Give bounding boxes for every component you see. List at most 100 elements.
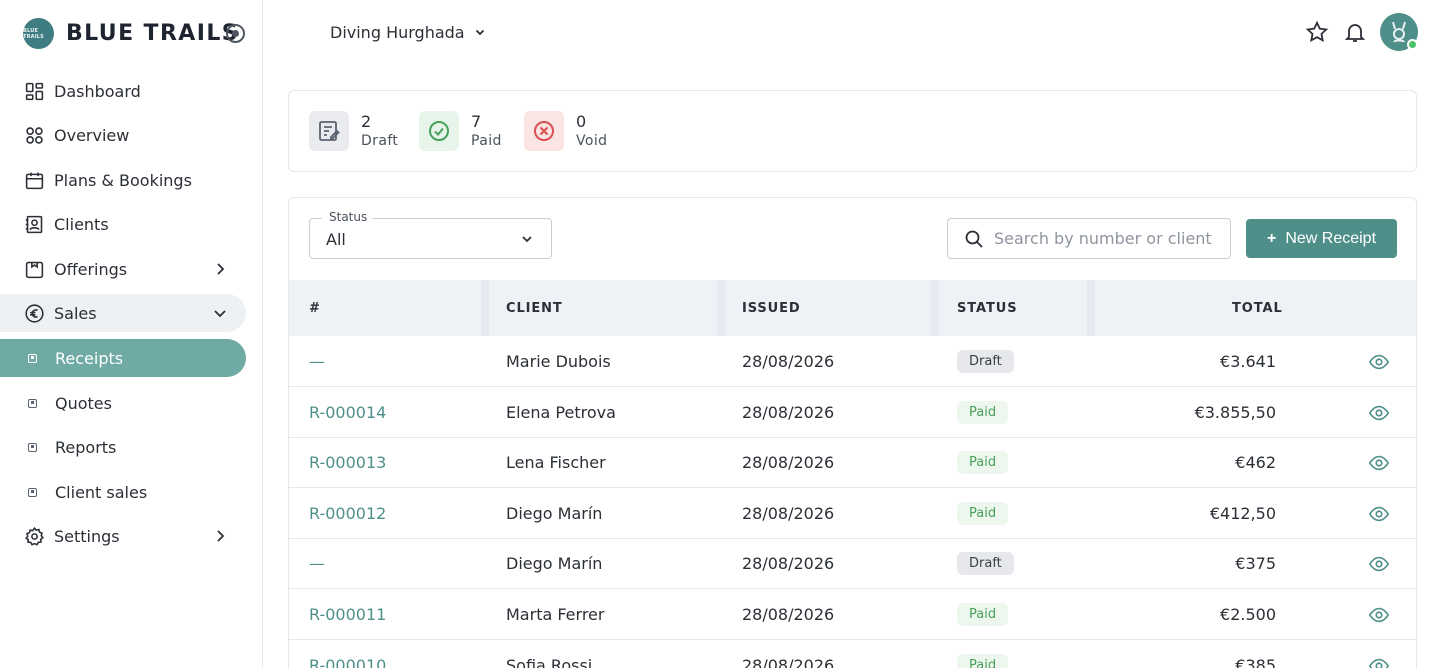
- column-header-issued[interactable]: ISSUED: [742, 301, 801, 316]
- sidebar-item-label: Settings: [54, 526, 120, 546]
- table-row[interactable]: — Diego Marín 28/08/2026 Draft €375: [289, 538, 1416, 590]
- sidebar-item-sales[interactable]: Sales: [0, 294, 246, 332]
- receipt-issued: 28/08/2026: [742, 402, 835, 422]
- receipt-client: Elena Petrova: [506, 402, 616, 422]
- status-filter-select[interactable]: Status All: [309, 210, 552, 259]
- online-status-icon: [1407, 39, 1418, 50]
- receipt-total: €2.500: [1220, 605, 1276, 624]
- receipt-client: Lena Fischer: [506, 453, 606, 473]
- status-badge: Paid: [957, 400, 1009, 424]
- table-header: # CLIENT ISSUED STATUS TOTAL: [289, 280, 1416, 336]
- bell-icon[interactable]: [1342, 19, 1368, 45]
- receipt-issued: 28/08/2026: [742, 655, 835, 668]
- table-row[interactable]: R-000014 Elena Petrova 28/08/2026 Paid €3.85…: [289, 387, 1416, 438]
- stat-count: 2: [361, 112, 372, 131]
- stat-label: Void: [576, 133, 608, 149]
- star-icon[interactable]: [1304, 19, 1330, 45]
- sidebar-toggle-icon[interactable]: [226, 24, 245, 43]
- eye-icon[interactable]: [1368, 503, 1390, 525]
- brand[interactable]: BLUE TRAILS BLUE TRAILS: [23, 18, 239, 49]
- eye-icon[interactable]: [1368, 553, 1390, 575]
- gear-icon: [24, 526, 45, 547]
- chevron-right-icon: [217, 530, 225, 542]
- chevron-right-icon: [217, 263, 225, 275]
- eye-icon[interactable]: [1368, 402, 1390, 424]
- plus-icon: +: [1266, 229, 1277, 247]
- receipt-number[interactable]: R-000014: [309, 403, 386, 422]
- status-badge: Paid: [957, 653, 1009, 668]
- x-circle-icon: [524, 111, 564, 151]
- sidebar-item-label: Plans & Bookings: [54, 170, 192, 190]
- status-badge: Paid: [957, 501, 1009, 525]
- table-row[interactable]: R-000012 Diego Marín 28/08/2026 Paid €412,50: [289, 488, 1416, 539]
- sidebar-item-dashboard[interactable]: Dashboard: [0, 72, 246, 110]
- receipt-issued: 28/08/2026: [742, 503, 835, 523]
- table-row[interactable]: R-000011 Marta Ferrer 28/08/2026 Paid €2.500: [289, 589, 1416, 640]
- bullet-icon: [28, 487, 37, 497]
- org-selector[interactable]: Diving Hurghada: [330, 20, 486, 44]
- table-row[interactable]: — Marie Dubois 28/08/2026 Draft €3.641: [289, 336, 1416, 387]
- stat-label: Paid: [471, 133, 502, 149]
- avatar[interactable]: [1380, 13, 1418, 51]
- sidebar-item-settings[interactable]: Settings: [0, 517, 246, 555]
- receipt-total: €375: [1235, 554, 1276, 574]
- sidebar-item-offerings[interactable]: Offerings: [0, 250, 246, 288]
- receipt-client: Marie Dubois: [506, 352, 611, 371]
- search-input[interactable]: [994, 229, 1214, 248]
- column-divider: [931, 280, 939, 336]
- table-row[interactable]: R-000013 Lena Fischer 28/08/2026 Paid €462: [289, 437, 1416, 489]
- receipt-number[interactable]: R-000012: [309, 504, 386, 523]
- brand-logo: BLUE TRAILS: [23, 18, 54, 49]
- table-row[interactable]: R-000010 Sofia Rossi 28/08/2026 Paid €385: [289, 640, 1416, 668]
- receipt-number[interactable]: R-000013: [309, 453, 386, 472]
- eye-icon[interactable]: [1368, 452, 1390, 474]
- stat-draft[interactable]: 2 Draft: [309, 111, 398, 151]
- receipt-client: Diego Marín: [506, 503, 603, 523]
- stat-paid[interactable]: 7 Paid: [419, 111, 502, 151]
- eye-icon[interactable]: [1368, 351, 1390, 373]
- status-badge: Paid: [957, 451, 1009, 475]
- sidebar-item-overview[interactable]: Overview: [0, 116, 246, 154]
- receipt-number[interactable]: R-000011: [309, 605, 386, 624]
- receipt-total: €3.641: [1220, 352, 1276, 371]
- receipt-number[interactable]: R-000010: [309, 656, 386, 668]
- eye-icon[interactable]: [1368, 655, 1390, 668]
- sidebar-item-label: Quotes: [55, 393, 112, 413]
- sidebar-item-plans-bookings[interactable]: Plans & Bookings: [0, 161, 246, 199]
- calendar-icon: [24, 170, 45, 191]
- search-icon: [965, 230, 983, 248]
- stat-count: 7: [471, 112, 482, 131]
- grid-icon: [24, 81, 45, 102]
- draft-icon: [309, 111, 349, 151]
- contacts-icon: [24, 214, 45, 235]
- sidebar-item-client-sales[interactable]: Client sales: [0, 473, 246, 511]
- sidebar-item-receipts[interactable]: Receipts: [0, 339, 246, 377]
- column-divider: [1087, 280, 1095, 336]
- sidebar-item-label: Reports: [55, 437, 117, 457]
- receipt-total: €3.855,50: [1194, 402, 1276, 422]
- column-header-total[interactable]: TOTAL: [1232, 301, 1283, 316]
- eye-icon[interactable]: [1368, 604, 1390, 626]
- column-header-number[interactable]: #: [309, 301, 321, 316]
- top-actions: [1304, 13, 1418, 51]
- column-header-status[interactable]: STATUS: [957, 301, 1017, 316]
- sidebar-item-label: Client sales: [55, 482, 148, 502]
- receipt-total: €385: [1235, 655, 1276, 668]
- stat-void[interactable]: 0 Void: [524, 111, 607, 151]
- sidebar-item-clients[interactable]: Clients: [0, 205, 246, 243]
- sidebar-item-label: Overview: [54, 125, 130, 145]
- new-receipt-button[interactable]: + New Receipt: [1246, 219, 1397, 258]
- sidebar-item-quotes[interactable]: Quotes: [0, 384, 246, 422]
- overview-icon: [24, 125, 45, 146]
- bullet-icon: [28, 398, 37, 408]
- receipt-stats: 2 Draft 7 Paid 0 Void: [288, 90, 1417, 172]
- sidebar-item-reports[interactable]: Reports: [0, 428, 246, 466]
- sidebar-item-label: Sales: [54, 303, 97, 323]
- receipt-number: —: [309, 554, 325, 574]
- receipt-total: €462: [1235, 453, 1276, 473]
- search-field[interactable]: [947, 218, 1231, 259]
- column-divider: [717, 280, 725, 336]
- receipt-client: Sofia Rossi: [506, 655, 593, 668]
- receipt-issued: 28/08/2026: [742, 352, 835, 371]
- column-header-client[interactable]: CLIENT: [506, 301, 563, 316]
